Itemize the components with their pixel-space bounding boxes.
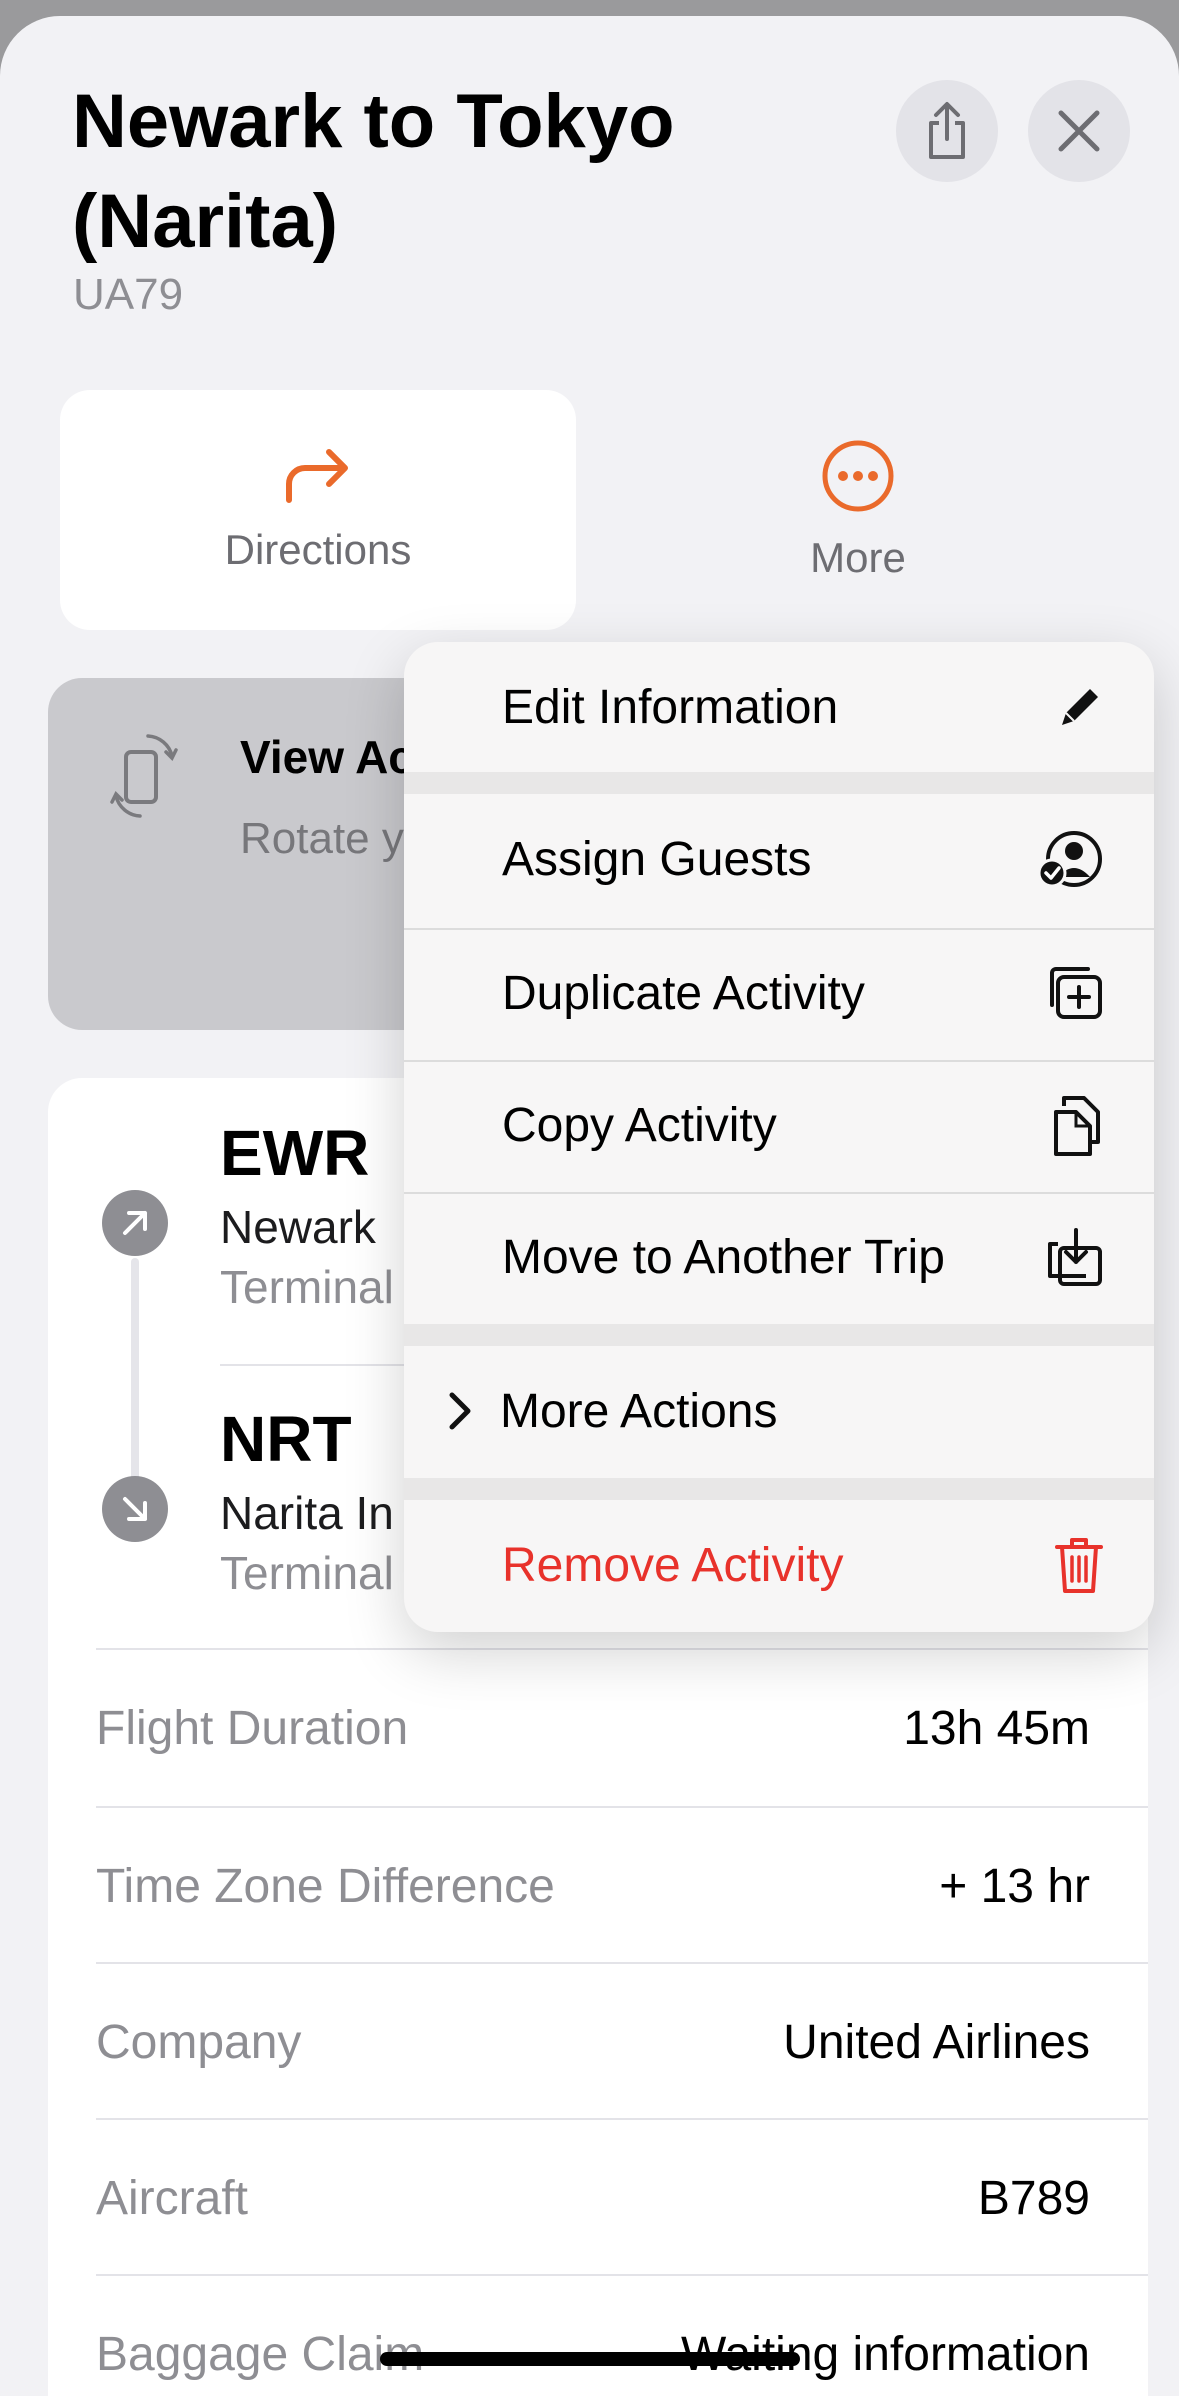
home-indicator: [380, 2352, 800, 2366]
arrival-icon: [102, 1476, 168, 1542]
directions-arrow-icon: [283, 446, 353, 506]
detail-value: B789: [977, 2171, 1090, 2225]
chevron-right-icon: [446, 1391, 474, 1431]
menu-item-move-to-another-trip[interactable]: Move to Another Trip: [404, 1192, 1154, 1322]
menu-item-edit-information[interactable]: Edit Information: [404, 642, 1154, 772]
menu-item-label: Move to Another Trip: [502, 1230, 945, 1284]
detail-row-company: Company United Airlines: [96, 1964, 1090, 2120]
detail-label: Aircraft: [96, 2171, 249, 2225]
menu-item-duplicate-activity[interactable]: Duplicate Activity: [404, 928, 1154, 1058]
arrival-airport: Narita In: [220, 1487, 394, 1539]
menu-item-label: Copy Activity: [502, 1098, 777, 1152]
menu-section-separator: [404, 772, 1154, 794]
more-ellipsis-icon: [820, 438, 896, 514]
trash-icon: [1054, 1535, 1104, 1595]
menu-item-more-actions[interactable]: More Actions: [404, 1346, 1154, 1476]
detail-label: Time Zone Difference: [96, 1859, 555, 1913]
person-checkmark-icon: [1038, 829, 1104, 889]
detail-value: 13h 45m: [903, 1701, 1090, 1755]
detail-label: Baggage Claim: [96, 2327, 425, 2381]
directions-button[interactable]: Directions: [60, 390, 576, 630]
directions-label: Directions: [224, 526, 412, 573]
departure-terminal: Terminal: [220, 1261, 394, 1313]
pencil-icon: [1056, 683, 1104, 731]
departure-airport: Newark: [220, 1201, 376, 1253]
departure-code: EWR: [220, 1117, 370, 1189]
page-title: Newark to Tokyo (Narita): [72, 79, 675, 264]
departure-icon: [102, 1190, 168, 1256]
menu-item-label: Assign Guests: [502, 832, 812, 886]
tip-title: View Ac: [240, 731, 414, 783]
menu-item-copy-activity[interactable]: Copy Activity: [404, 1060, 1154, 1190]
close-icon: [1057, 109, 1101, 153]
share-button[interactable]: [896, 80, 998, 182]
detail-label: Flight Duration: [96, 1701, 409, 1755]
detail-label: Company: [96, 2015, 302, 2069]
menu-section-separator: [404, 1478, 1154, 1500]
plus-square-on-square-icon: [1042, 965, 1104, 1021]
detail-row-baggage-claim: Baggage Claim Waiting information: [96, 2276, 1090, 2396]
rotate-device-icon: [110, 730, 180, 822]
detail-row-time-zone: Time Zone Difference + 13 hr: [96, 1808, 1090, 1964]
menu-item-label: Edit Information: [502, 680, 839, 734]
menu-item-label: Remove Activity: [502, 1538, 844, 1592]
detail-row-flight-duration: Flight Duration 13h 45m: [96, 1650, 1090, 1806]
menu-section-separator: [404, 1324, 1154, 1346]
close-button[interactable]: [1028, 80, 1130, 182]
document-copy-icon: [1050, 1092, 1104, 1158]
more-label: More: [810, 534, 906, 581]
arrival-code: NRT: [220, 1403, 352, 1475]
flight-number: UA79: [73, 270, 184, 319]
menu-item-label: Duplicate Activity: [502, 966, 865, 1020]
detail-row-aircraft: Aircraft B789: [96, 2120, 1090, 2276]
menu-item-label: More Actions: [500, 1384, 778, 1438]
more-context-menu: Edit Information Assign Guests Duplicate…: [404, 642, 1154, 1632]
arrival-terminal: Terminal: [220, 1547, 394, 1599]
detail-value: + 13 hr: [939, 1859, 1090, 1913]
detail-value: United Airlines: [783, 2015, 1090, 2069]
more-button[interactable]: More: [600, 390, 1116, 630]
share-icon: [921, 101, 973, 161]
menu-item-remove-activity[interactable]: Remove Activity: [404, 1500, 1154, 1630]
activity-sheet: Newark to Tokyo (Narita) UA79 Directions: [0, 16, 1179, 2396]
menu-item-assign-guests[interactable]: Assign Guests: [404, 794, 1154, 924]
tray-download-icon: [1046, 1226, 1104, 1288]
